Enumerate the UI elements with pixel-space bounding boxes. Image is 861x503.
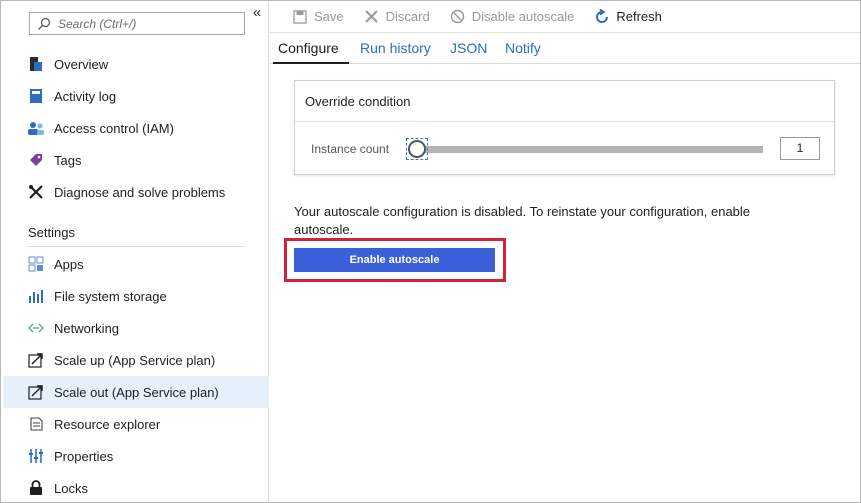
resource-explorer-icon [27, 415, 45, 433]
disable-autoscale-label: Disable autoscale [471, 9, 575, 24]
properties-icon [27, 447, 45, 465]
tab-notify[interactable]: Notify [505, 40, 541, 56]
discard-button[interactable]: Discard [364, 9, 430, 25]
sidebar-item-locks[interactable]: Locks [3, 472, 269, 503]
sidebar-item-activity-log[interactable]: Activity log [3, 80, 269, 112]
sidebar-item-properties[interactable]: Properties [3, 440, 269, 472]
autoscale-disabled-message: Your autoscale configuration is disabled… [294, 204, 751, 237]
sidebar-item-networking[interactable]: Networking [3, 312, 269, 344]
search-input[interactable] [58, 16, 238, 31]
search-box[interactable] [29, 12, 245, 35]
sidebar-item-access-control[interactable]: Access control (IAM) [3, 112, 269, 144]
instance-count-label: Instance count [311, 142, 390, 156]
sidebar-item-tags[interactable]: Tags [3, 144, 269, 176]
enable-autoscale-button[interactable]: Enable autoscale [294, 248, 495, 272]
sidebar-item-overview[interactable]: Overview [3, 48, 269, 80]
settings-section-title: Settings [28, 225, 75, 240]
sidebar-item-label: Locks [54, 480, 88, 496]
active-tab-indicator [273, 62, 349, 64]
close-icon [364, 9, 380, 25]
networking-icon [27, 319, 45, 337]
apps-icon [27, 255, 45, 273]
block-icon [450, 9, 466, 25]
toolbar: Save Discard Disable autoscale Refresh [270, 1, 860, 33]
search-icon [36, 16, 52, 32]
override-condition-title: Override condition [305, 94, 411, 109]
sidebar-item-label: File system storage [54, 288, 167, 304]
save-button[interactable]: Save [292, 9, 344, 25]
scale-out-icon [27, 383, 45, 401]
activity-log-icon [27, 87, 45, 105]
sidebar-item-label: Apps [54, 256, 84, 272]
access-control-icon [27, 119, 45, 137]
refresh-label: Refresh [616, 9, 662, 24]
refresh-button[interactable]: Refresh [594, 8, 662, 25]
scale-up-icon [27, 351, 45, 369]
tab-configure[interactable]: Configure [278, 40, 339, 56]
save-label: Save [314, 9, 344, 24]
refresh-icon [594, 8, 610, 25]
discard-label: Discard [385, 9, 430, 24]
instance-count-slider[interactable] [423, 146, 763, 153]
sidebar-item-label: Networking [54, 320, 120, 336]
tools-icon [27, 183, 45, 201]
disable-autoscale-button[interactable]: Disable autoscale [450, 9, 575, 25]
override-condition-card: Override condition Instance count 1 [294, 80, 835, 175]
sidebar-item-label: Scale up (App Service plan) [54, 352, 216, 368]
tag-icon [27, 151, 45, 169]
divider [295, 121, 834, 122]
main-panel: Save Discard Disable autoscale Refresh C… [270, 1, 860, 502]
instance-count-input[interactable]: 1 [780, 137, 820, 160]
lock-icon [27, 479, 45, 497]
sidebar-item-label: Resource explorer [54, 416, 161, 432]
sidebar-item-scale-up[interactable]: Scale up (App Service plan) [3, 344, 269, 376]
sidebar-item-scale-out[interactable]: Scale out (App Service plan) [3, 376, 269, 408]
sidebar-item-label: Overview [54, 56, 109, 72]
sidebar-item-file-system-storage[interactable]: File system storage [3, 280, 269, 312]
sidebar: « Overview Activity log Access control (… [1, 1, 269, 502]
sidebar-item-label: Tags [54, 152, 82, 168]
overview-icon [27, 55, 45, 73]
sidebar-item-label: Activity log [54, 88, 117, 104]
collapse-sidebar-icon[interactable]: « [250, 4, 264, 21]
sidebar-item-apps[interactable]: Apps [3, 248, 269, 280]
sidebar-item-label: Diagnose and solve problems [54, 184, 226, 200]
sidebar-item-label: Properties [54, 448, 114, 464]
tab-bar: Configure Run history JSON Notify [270, 34, 860, 64]
slider-thumb[interactable] [408, 140, 426, 158]
sidebar-item-label: Scale out (App Service plan) [54, 384, 219, 400]
sidebar-item-diagnose[interactable]: Diagnose and solve problems [3, 176, 269, 208]
tab-json[interactable]: JSON [450, 40, 487, 56]
tab-run-history[interactable]: Run history [360, 40, 431, 56]
save-icon [292, 9, 308, 25]
sidebar-item-label: Access control (IAM) [54, 120, 174, 136]
storage-chart-icon [27, 287, 45, 305]
divider [28, 246, 244, 247]
sidebar-item-resource-explorer[interactable]: Resource explorer [3, 408, 269, 440]
